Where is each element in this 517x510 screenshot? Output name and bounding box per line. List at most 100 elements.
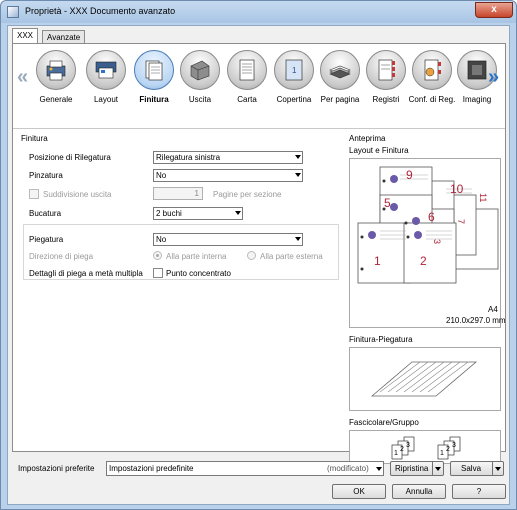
stapling-select[interactable]: No	[153, 169, 303, 182]
toolbar-item-registri[interactable]: Registri	[363, 50, 409, 125]
concentrated-point-label: Punto concentrato	[166, 269, 231, 278]
fold-outer-label: Alla parte esterna	[260, 252, 323, 261]
paper-size-label: A4	[488, 305, 498, 314]
preview-panel: Anteprima Layout e Finitura 1 2 3 5 6 7 …	[347, 132, 506, 464]
favorites-row: Impostazioni preferite Impostazioni pred…	[8, 456, 509, 478]
preview-group-title: Anteprima	[349, 134, 386, 143]
tab-avanzate[interactable]: Avanzate	[42, 30, 86, 44]
svg-text:1: 1	[292, 66, 297, 75]
stapling-value: No	[156, 171, 167, 180]
close-button[interactable]: x	[475, 2, 513, 18]
toolbar-item-finitura[interactable]: Finitura	[131, 50, 177, 125]
finishing-group-title: Finitura	[21, 134, 48, 143]
page-number-3: 3	[432, 239, 442, 244]
toolbar-item-generale[interactable]: Generale	[33, 50, 79, 125]
page-number-10: 10	[450, 182, 464, 196]
scroll-right-icon[interactable]: »	[488, 66, 499, 89]
folding-label: Piegatura	[29, 235, 64, 244]
finishing-icon	[145, 60, 163, 81]
toolbar-item-layout[interactable]: Layout	[83, 50, 129, 125]
toolbar-item-copertina[interactable]: 1 Copertina	[271, 50, 317, 125]
binding-position-select[interactable]: Rilegatura sinistra	[153, 151, 303, 164]
page-number-1: 1	[374, 254, 381, 268]
svg-text:3: 3	[406, 442, 410, 449]
per-page-icon	[329, 65, 351, 79]
page-number-2: 2	[420, 254, 427, 268]
folding-value: No	[156, 235, 167, 244]
folding-select[interactable]: No	[153, 233, 303, 246]
chevron-down-icon	[295, 237, 301, 241]
favorites-select[interactable]: Impostazioni predefinite (modificato)	[106, 461, 384, 476]
cancel-button[interactable]: Annulla	[392, 484, 446, 499]
toolbar-item-per-pagina[interactable]: Per pagina	[317, 50, 363, 125]
tabs-registers-icon	[378, 59, 395, 81]
page-number-6: 6	[428, 210, 435, 224]
fold-inner-radio[interactable]	[153, 251, 162, 260]
output-icon	[190, 60, 210, 81]
restore-label: Ripristina	[395, 464, 429, 473]
binding-position-label: Posizione di Rilegatura	[29, 153, 111, 162]
stapling-label: Pinzatura	[29, 171, 63, 180]
output-subdivision-label: Suddivisione uscita	[43, 190, 112, 199]
punching-select[interactable]: 2 buchi	[153, 207, 243, 220]
restore-dropdown-icon[interactable]	[432, 462, 443, 475]
register-config-icon	[424, 59, 441, 81]
layout-preview: 1 2 3 5 6 7 9 10 11 A4 210.0x297.0 mm	[349, 158, 506, 328]
booklet-preview-graphic: 1 2 3 5 6 7 9 10 11	[357, 166, 499, 284]
feature-toolbar: « Generale Layout Finitura Uscita Carta …	[13, 44, 505, 128]
fold-direction-label: Direzione di piega	[29, 252, 94, 261]
punching-value: 2 buchi	[156, 209, 182, 218]
ok-button[interactable]: OK	[332, 484, 386, 499]
paper-icon	[239, 59, 255, 81]
imaging-icon	[467, 60, 487, 80]
collate-group-title: Fascicolare/Gruppo	[349, 418, 419, 427]
page-number-7: 7	[456, 219, 466, 224]
paper-stack-graphic	[370, 361, 478, 397]
fold-preview	[349, 347, 501, 411]
multi-fold-details-label: Dettagli di piega a metà multipla	[29, 269, 143, 278]
fold-inner-label: Alla parte interna	[166, 252, 227, 261]
toolbar-item-carta[interactable]: Carta	[224, 50, 270, 125]
tab-xxx[interactable]: XXX	[12, 28, 39, 44]
save-button[interactable]: Salva	[450, 461, 504, 476]
toolbar-item-uscita[interactable]: Uscita	[177, 50, 223, 125]
fold-finishing-title: Finitura-Piegatura	[349, 335, 413, 344]
toolbar-divider	[13, 128, 505, 129]
favorites-modified: (modificato)	[327, 464, 369, 473]
save-dropdown-icon[interactable]	[492, 462, 503, 475]
help-button[interactable]: ?	[452, 484, 506, 499]
svg-text:3: 3	[452, 442, 456, 449]
chevron-down-icon	[295, 155, 301, 159]
page-number-5: 5	[384, 196, 391, 210]
page-number-11: 11	[478, 193, 488, 202]
restore-button[interactable]: Ripristina	[390, 461, 444, 476]
cover-icon: 1	[285, 59, 303, 81]
chevron-down-icon	[235, 211, 241, 215]
layout-finishing-title: Layout e Finitura	[349, 146, 409, 155]
layout-icon	[95, 61, 117, 79]
pages-per-section-unit: Pagine per sezione	[213, 190, 282, 199]
toolbar-item-conf-di-reg[interactable]: Conf. di Reg.	[409, 50, 455, 125]
printer-general-icon	[46, 60, 66, 81]
window-title: Proprietà - XXX Documento avanzato	[25, 6, 176, 16]
title-bar[interactable]: Proprietà - XXX Documento avanzato x	[1, 1, 516, 23]
page-number-9: 9	[406, 168, 413, 182]
chevron-down-icon	[376, 467, 382, 471]
save-label: Salva	[461, 464, 482, 473]
svg-text:2: 2	[400, 446, 404, 453]
fold-outer-radio[interactable]	[247, 251, 256, 260]
concentrated-point-checkbox[interactable]	[153, 268, 163, 278]
dialog-client: XXX Avanzate « Generale Layout Finitura …	[7, 25, 510, 505]
chevron-down-icon	[295, 173, 301, 177]
toolbar-label-imaging: Imaging	[462, 95, 492, 104]
svg-text:2: 2	[446, 446, 450, 453]
paper-dimensions-label: 210.0x297.0 mm	[446, 316, 506, 325]
binding-position-value: Rilegatura sinistra	[156, 153, 221, 162]
pages-per-section-stepper[interactable]: 1	[153, 187, 203, 200]
scroll-left-icon[interactable]: «	[17, 66, 28, 89]
properties-window: Proprietà - XXX Documento avanzato x XXX…	[0, 0, 517, 510]
tab-panel: « Generale Layout Finitura Uscita Carta …	[12, 43, 506, 464]
punching-label: Bucatura	[29, 209, 62, 218]
output-subdivision-checkbox[interactable]	[29, 189, 39, 199]
finishing-panel: Finitura Posizione di Rilegatura Rilegat…	[17, 132, 343, 448]
